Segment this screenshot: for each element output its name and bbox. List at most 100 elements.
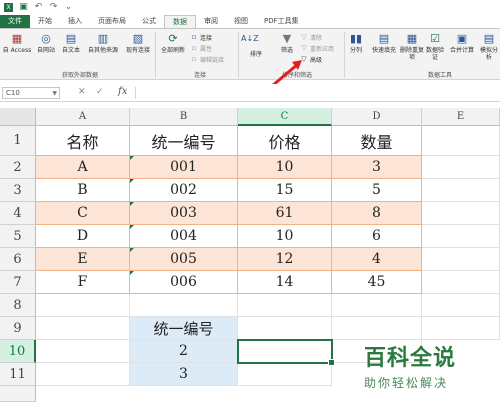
- from-access-button[interactable]: ▦ 自 Access: [2, 32, 32, 54]
- empty-cell[interactable]: [422, 317, 500, 340]
- enter-icon[interactable]: ✓: [96, 87, 104, 97]
- tab-pdf-tools[interactable]: PDF工具集: [256, 15, 307, 28]
- table-cell[interactable]: 001: [130, 156, 238, 179]
- cancel-icon[interactable]: ✕: [78, 87, 86, 97]
- advanced-filter-button[interactable]: ▽ 高级: [300, 55, 322, 64]
- empty-cell[interactable]: [130, 294, 238, 317]
- column-header-c[interactable]: C: [238, 108, 332, 126]
- chevron-down-icon[interactable]: ▼: [52, 88, 57, 99]
- empty-cell[interactable]: [422, 294, 500, 317]
- filter-button[interactable]: ▼ 筛选: [276, 32, 298, 54]
- table-header-cell[interactable]: 统一编号: [130, 126, 238, 156]
- table-header-cell[interactable]: 价格: [238, 126, 332, 156]
- table-cell[interactable]: 10: [238, 225, 332, 248]
- table-cell[interactable]: 61: [238, 202, 332, 225]
- empty-cell[interactable]: [332, 317, 422, 340]
- row-header-11[interactable]: 11: [0, 363, 36, 386]
- from-text-button[interactable]: ▤ 自文本: [58, 32, 84, 54]
- column-header-e[interactable]: E: [422, 108, 500, 126]
- refresh-all-button[interactable]: ⟳ 全部刷新: [158, 32, 188, 54]
- edit-links-button[interactable]: ▫ 编辑链接: [190, 55, 224, 64]
- row-header-5[interactable]: 5: [0, 225, 36, 248]
- table-cell[interactable]: F: [36, 271, 130, 294]
- empty-cell[interactable]: [36, 317, 130, 340]
- connections-button[interactable]: ▫ 连接: [190, 33, 212, 42]
- from-other-sources-button[interactable]: ▥ 自其他来源: [84, 32, 122, 54]
- flash-fill-button[interactable]: ▤ 快速填充: [368, 32, 400, 54]
- properties-button[interactable]: ▫ 属性: [190, 44, 212, 53]
- clear-filter-button[interactable]: ▽ 清除: [300, 33, 322, 42]
- column-header-d[interactable]: D: [332, 108, 422, 126]
- empty-cell[interactable]: [422, 248, 500, 271]
- column-header-b[interactable]: B: [130, 108, 238, 126]
- row-header-6[interactable]: 6: [0, 248, 36, 271]
- formula-input[interactable]: [135, 87, 498, 99]
- insert-function-icon[interactable]: fx: [118, 86, 127, 97]
- existing-connections-button[interactable]: ▧ 现有连接: [124, 32, 152, 54]
- table-cell[interactable]: 10: [238, 156, 332, 179]
- empty-cell[interactable]: [422, 271, 500, 294]
- row-header-7[interactable]: 7: [0, 271, 36, 294]
- empty-cell[interactable]: [36, 363, 130, 386]
- empty-cell[interactable]: [422, 202, 500, 225]
- row-header-3[interactable]: 3: [0, 179, 36, 202]
- table-cell[interactable]: 005: [130, 248, 238, 271]
- tab-home[interactable]: 开始: [30, 15, 60, 28]
- tab-review[interactable]: 审阅: [196, 15, 226, 28]
- row-header-9[interactable]: 9: [0, 317, 36, 340]
- criteria-header-cell[interactable]: 统一编号: [130, 317, 238, 340]
- table-cell[interactable]: 006: [130, 271, 238, 294]
- empty-cell[interactable]: [422, 126, 500, 156]
- select-all-corner[interactable]: [0, 108, 36, 126]
- table-cell[interactable]: D: [36, 225, 130, 248]
- table-cell[interactable]: 003: [130, 202, 238, 225]
- empty-cell[interactable]: [238, 317, 332, 340]
- criteria-value-cell[interactable]: 3: [130, 363, 238, 386]
- empty-cell[interactable]: [332, 294, 422, 317]
- table-header-cell[interactable]: 名称: [36, 126, 130, 156]
- table-cell[interactable]: 002: [130, 179, 238, 202]
- row-header-4[interactable]: 4: [0, 202, 36, 225]
- tab-file[interactable]: 文件: [0, 15, 30, 28]
- table-cell[interactable]: E: [36, 248, 130, 271]
- row-header-2[interactable]: 2: [0, 156, 36, 179]
- consolidate-button[interactable]: ▣ 合并计算: [447, 32, 477, 54]
- table-cell[interactable]: 14: [238, 271, 332, 294]
- table-cell[interactable]: B: [36, 179, 130, 202]
- undo-icon[interactable]: ↶: [34, 2, 43, 12]
- reapply-button[interactable]: ▽ 重新应用: [300, 44, 334, 53]
- tab-view[interactable]: 视图: [226, 15, 256, 28]
- data-validation-button[interactable]: ☑ 数据验证: [424, 32, 446, 61]
- sort-button[interactable]: 排序: [244, 51, 268, 58]
- table-cell[interactable]: C: [36, 202, 130, 225]
- table-cell[interactable]: A: [36, 156, 130, 179]
- empty-cell[interactable]: [422, 225, 500, 248]
- redo-icon[interactable]: ↷: [49, 2, 58, 12]
- table-cell[interactable]: 5: [332, 179, 422, 202]
- text-to-columns-button[interactable]: ▮▮ 分列: [346, 32, 366, 54]
- save-icon[interactable]: ▣: [19, 2, 28, 12]
- row-header-10[interactable]: 10: [0, 340, 36, 363]
- tab-insert[interactable]: 插入: [60, 15, 90, 28]
- row-header-8[interactable]: 8: [0, 294, 36, 317]
- empty-cell[interactable]: [36, 294, 130, 317]
- table-cell[interactable]: 45: [332, 271, 422, 294]
- criteria-value-cell[interactable]: 2: [130, 340, 238, 363]
- table-cell[interactable]: 6: [332, 225, 422, 248]
- empty-cell[interactable]: [422, 179, 500, 202]
- row-header-1[interactable]: 1: [0, 126, 36, 156]
- customize-icon[interactable]: ⌄: [64, 2, 73, 12]
- sort-az-button[interactable]: A↓Z: [240, 32, 259, 47]
- tab-page-layout[interactable]: 页面布局: [90, 15, 134, 28]
- table-cell[interactable]: 004: [130, 225, 238, 248]
- empty-cell[interactable]: [422, 156, 500, 179]
- what-if-button[interactable]: ▤ 模拟分析: [478, 32, 500, 61]
- empty-cell[interactable]: [238, 363, 332, 386]
- table-header-cell[interactable]: 数量: [332, 126, 422, 156]
- table-cell[interactable]: 15: [238, 179, 332, 202]
- column-header-a[interactable]: A: [36, 108, 130, 126]
- table-cell[interactable]: 8: [332, 202, 422, 225]
- empty-cell[interactable]: [238, 294, 332, 317]
- empty-cell[interactable]: [36, 340, 130, 363]
- table-cell[interactable]: 3: [332, 156, 422, 179]
